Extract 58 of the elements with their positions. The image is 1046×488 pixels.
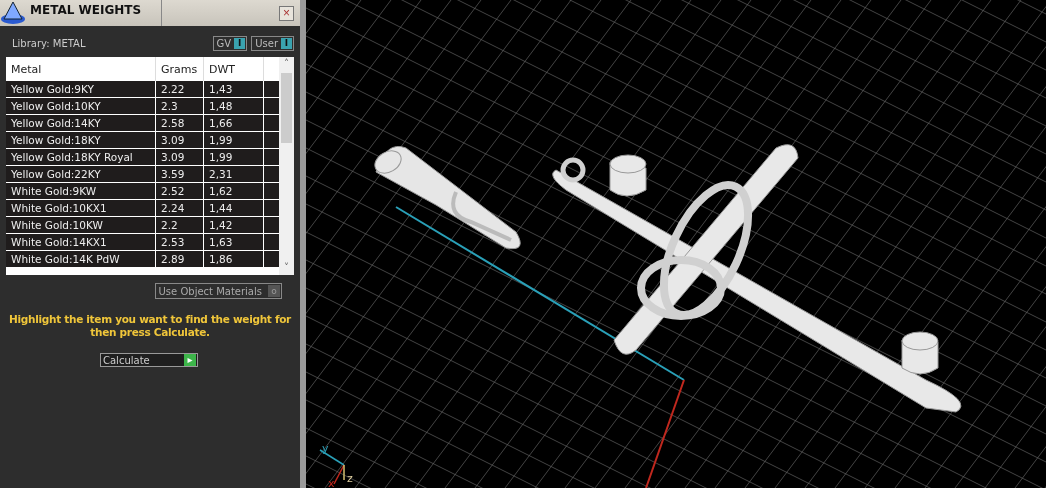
- table-cell: 2,31: [204, 166, 264, 183]
- table-cell: Yellow Gold:10KY: [6, 98, 156, 115]
- table-cell: 3.09: [156, 149, 204, 166]
- table-cell: [264, 166, 280, 183]
- table-cell: White Gold:9KW: [6, 183, 156, 200]
- close-button[interactable]: ×: [279, 5, 294, 21]
- table-cell: White Gold:14KX1: [6, 234, 156, 251]
- pyramid-logo-icon: [0, 0, 26, 26]
- table-cell: 2.24: [156, 200, 204, 217]
- table-cell: [264, 183, 280, 200]
- table-cell: 1,66: [204, 115, 264, 132]
- table-cell: 2.53: [156, 234, 204, 251]
- toggle-button[interactable]: User I: [251, 36, 294, 51]
- table-cell: 3.09: [156, 132, 204, 149]
- use-object-materials-checkbox[interactable]: Use Object Materials o: [154, 283, 282, 299]
- table-cell: 2.89: [156, 251, 204, 268]
- table-cell: 1,44: [204, 200, 264, 217]
- table-cell: 2.52: [156, 183, 204, 200]
- instruction-text: Highlight the item you want to find the weight for then press Calculate.: [8, 313, 292, 339]
- library-label: Library: METAL: [12, 38, 87, 49]
- x-axis-label: x: [328, 477, 335, 488]
- table-cell: [264, 115, 280, 132]
- table-cell: Yellow Gold:18KY Royal: [6, 149, 156, 166]
- z-axis-label: z: [347, 472, 353, 485]
- table-cell: [264, 234, 280, 251]
- scroll-down-button[interactable]: ˅: [279, 261, 294, 275]
- toggle-button[interactable]: GV I: [212, 36, 248, 51]
- table-cell: [264, 132, 280, 149]
- scroll-up-button[interactable]: ˄: [279, 57, 294, 71]
- table-cell: 1,48: [204, 98, 264, 115]
- table-cell: 1,86: [204, 251, 264, 268]
- table-cell: 1,43: [204, 81, 264, 98]
- table-cell: 2.2: [156, 217, 204, 234]
- table-cell: 1,63: [204, 234, 264, 251]
- table-cell: 3.59: [156, 166, 204, 183]
- calculate-button[interactable]: Calculate ▸: [100, 353, 198, 367]
- table-cell: [264, 217, 280, 234]
- table-cell: 1,62: [204, 183, 264, 200]
- panel-title: METAL WEIGHTS: [26, 0, 163, 26]
- table-cell: 2.22: [156, 81, 204, 98]
- table-cell: Yellow Gold:18KY: [6, 132, 156, 149]
- scrollbar-thumb[interactable]: [281, 73, 292, 143]
- table-cell: [264, 98, 280, 115]
- scrollbar[interactable]: ˄ ˅: [279, 57, 294, 275]
- table-cell: White Gold:10KX1: [6, 200, 156, 217]
- table-cell: 2.3: [156, 98, 204, 115]
- table-cell: [264, 200, 280, 217]
- table-cell: 1,99: [204, 149, 264, 166]
- table-cell: 2.58: [156, 115, 204, 132]
- table-cell: Yellow Gold:9KY: [6, 81, 156, 98]
- table-cell: White Gold:14K PdW: [6, 251, 156, 268]
- table-cell: 1,42: [204, 217, 264, 234]
- table-cell: 1,99: [204, 132, 264, 149]
- table-cell: Yellow Gold:22KY: [6, 166, 156, 183]
- table-cell: Yellow Gold:14KY: [6, 115, 156, 132]
- table-cell: [264, 149, 280, 166]
- table-cell: [264, 251, 280, 268]
- table-cell: White Gold:10KW: [6, 217, 156, 234]
